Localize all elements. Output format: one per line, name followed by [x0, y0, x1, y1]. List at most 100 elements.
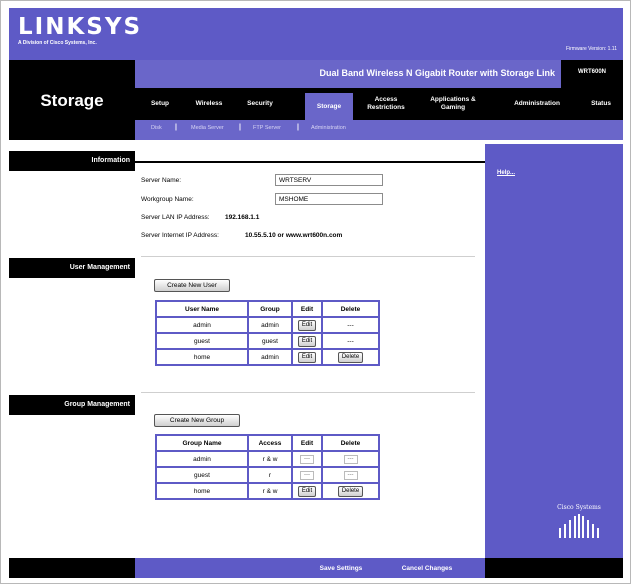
- lan-ip-value: 192.168.1.1: [225, 214, 260, 221]
- tab-storage[interactable]: Storage: [305, 93, 353, 120]
- column-header: User Name: [155, 300, 249, 318]
- save-settings-button[interactable]: Save Settings: [311, 562, 371, 575]
- tab-applications-gaming[interactable]: Applications & Gaming: [423, 88, 483, 120]
- server-name-label: Server Name:: [141, 177, 182, 184]
- main-content: Server Name: Workgroup Name: Server LAN …: [135, 144, 485, 558]
- workgroup-input[interactable]: [275, 193, 383, 205]
- table-header-row: User Name Group Edit Delete: [155, 300, 380, 318]
- disabled-edit: ---: [300, 454, 314, 464]
- user-group: admin: [247, 316, 293, 334]
- subtab-ftp-server[interactable]: FTP Server: [253, 125, 281, 131]
- router-admin-page: LINKSYS A Division of Cisco Systems, Inc…: [0, 0, 631, 584]
- disabled-delete: ---: [343, 454, 358, 464]
- user-table: User Name Group Edit Delete admin admin …: [155, 300, 380, 366]
- workgroup-label: Workgroup Name:: [141, 196, 194, 203]
- section-label-user-management: User Management: [9, 258, 135, 278]
- delete-cell: Delete: [321, 348, 380, 366]
- cisco-systems-logo: Cisco Systems: [555, 504, 603, 542]
- delete-placeholder: ---: [321, 466, 380, 484]
- delete-placeholder: ---: [321, 450, 380, 468]
- edit-placeholder: ---: [291, 450, 323, 468]
- model-number-box: WRT600N: [561, 60, 623, 88]
- user-name: guest: [155, 332, 249, 350]
- create-new-user-button[interactable]: Create New User: [154, 279, 230, 292]
- logo-tagline: A Division of Cisco Systems, Inc.: [18, 40, 97, 46]
- table-header-row: Group Name Access Edit Delete: [155, 434, 380, 452]
- table-row: admin r & w --- ---: [155, 450, 380, 468]
- table-row: admin admin Edit ---: [155, 316, 380, 334]
- edit-cell: Edit: [291, 316, 323, 334]
- footer-bar: Save Settings Cancel Changes: [135, 558, 485, 578]
- section-label-information: Information: [9, 151, 135, 171]
- model-name: Dual Band Wireless N Gigabit Router with…: [319, 68, 555, 78]
- table-row: guest guest Edit ---: [155, 332, 380, 350]
- tab-setup[interactable]: Setup: [139, 88, 181, 120]
- sub-tabs: Disk | Media Server | FTP Server | Admin…: [135, 120, 623, 140]
- help-link[interactable]: Help...: [497, 170, 515, 176]
- table-row: home admin Edit Delete: [155, 348, 380, 366]
- column-header: Delete: [321, 434, 380, 452]
- tab-wireless[interactable]: Wireless: [185, 88, 233, 120]
- divider: [135, 161, 485, 163]
- user-group: guest: [247, 332, 293, 350]
- edit-user-button[interactable]: Edit: [297, 335, 317, 347]
- tab-access-restrictions[interactable]: Access Restrictions: [361, 88, 411, 120]
- internet-ip-value: 10.55.5.10 or www.wrt600n.com: [245, 232, 343, 239]
- divider: [141, 392, 475, 393]
- section-label-group-management: Group Management: [9, 395, 135, 415]
- tab-status[interactable]: Status: [581, 88, 621, 120]
- table-row: home r & w Edit Delete: [155, 482, 380, 500]
- cancel-changes-button[interactable]: Cancel Changes: [391, 562, 463, 575]
- footer-right: [485, 558, 623, 578]
- group-access: r & w: [247, 450, 293, 468]
- delete-user-button[interactable]: Delete: [337, 351, 364, 363]
- user-name: home: [155, 348, 249, 366]
- internet-ip-label: Server Internet IP Address:: [141, 232, 219, 239]
- delete-placeholder: ---: [321, 316, 380, 334]
- delete-placeholder: ---: [321, 332, 380, 350]
- server-name-input[interactable]: [275, 174, 383, 186]
- column-header: Access: [247, 434, 293, 452]
- create-new-group-button[interactable]: Create New Group: [154, 414, 240, 427]
- cisco-bridge-icon: [559, 514, 599, 538]
- column-header: Delete: [321, 300, 380, 318]
- section-title-panel: Storage: [9, 60, 135, 140]
- edit-group-button[interactable]: Edit: [297, 485, 317, 497]
- edit-user-button[interactable]: Edit: [297, 319, 317, 331]
- delete-cell: Delete: [321, 482, 380, 500]
- subtab-media-server[interactable]: Media Server: [191, 125, 224, 131]
- subtab-disk[interactable]: Disk: [151, 125, 162, 131]
- group-name: home: [155, 482, 249, 500]
- main-tabs: Setup Wireless Security Storage Access R…: [135, 88, 623, 120]
- linksys-logo: LINKSYS: [18, 14, 143, 40]
- model-number: WRT600N: [577, 69, 606, 75]
- tab-security[interactable]: Security: [237, 88, 283, 120]
- column-header: Group Name: [155, 434, 249, 452]
- help-column: Help... Cisco Systems: [485, 144, 623, 558]
- subtab-administration[interactable]: Administration: [311, 125, 346, 131]
- table-row: guest r --- ---: [155, 466, 380, 484]
- edit-cell: Edit: [291, 348, 323, 366]
- divider: [141, 256, 475, 257]
- left-column: Information User Management Group Manage…: [9, 144, 135, 558]
- page-title: Storage: [40, 91, 104, 110]
- column-header: Edit: [291, 434, 323, 452]
- user-name: admin: [155, 316, 249, 334]
- firmware-version: Firmware Version: 1.11: [565, 46, 617, 52]
- lan-ip-label: Server LAN IP Address:: [141, 214, 210, 221]
- edit-cell: Edit: [291, 332, 323, 350]
- column-header: Edit: [291, 300, 323, 318]
- user-group: admin: [247, 348, 293, 366]
- cisco-logo-text: Cisco Systems: [557, 504, 601, 511]
- group-name: guest: [155, 466, 249, 484]
- edit-user-button[interactable]: Edit: [297, 351, 317, 363]
- group-table: Group Name Access Edit Delete admin r & …: [155, 434, 380, 500]
- footer-left: [9, 558, 135, 578]
- delete-group-button[interactable]: Delete: [337, 485, 364, 497]
- disabled-delete: ---: [343, 470, 358, 480]
- tab-administration[interactable]: Administration: [505, 88, 569, 120]
- disabled-edit: ---: [300, 470, 314, 480]
- logo-band: LINKSYS A Division of Cisco Systems, Inc…: [9, 8, 623, 60]
- edit-placeholder: ---: [291, 466, 323, 484]
- subtab-separator: |: [239, 124, 241, 131]
